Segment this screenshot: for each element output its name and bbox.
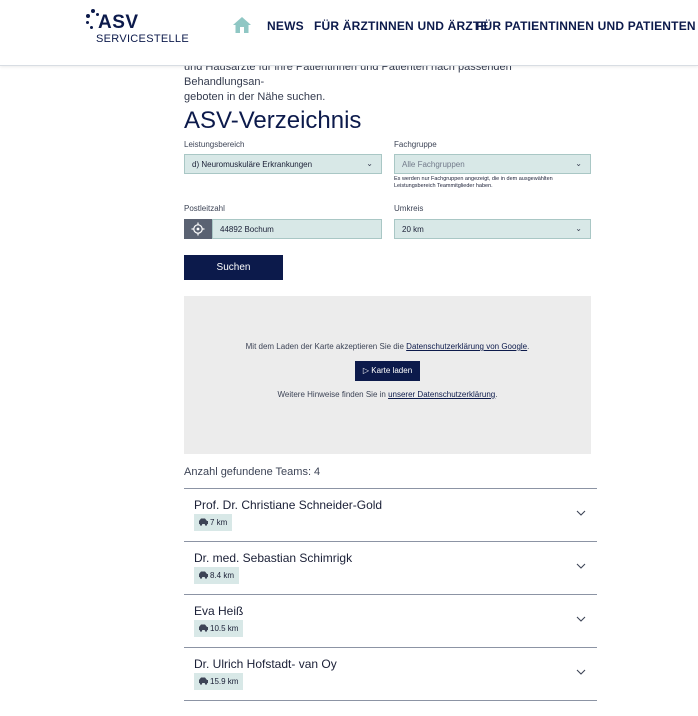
nav-news[interactable]: NEWS	[267, 19, 304, 33]
distance-badge: 15.9 km	[194, 673, 244, 690]
umkreis-value: 20 km	[402, 225, 424, 234]
google-privacy-link[interactable]: Datenschutzerklärung von Google	[406, 342, 527, 351]
load-map-label: Karte laden	[371, 366, 413, 375]
car-icon	[199, 518, 208, 526]
fachgruppe-label: Fachgruppe	[394, 140, 437, 149]
target-icon	[191, 222, 205, 236]
asv-logo[interactable]: ASV SERVICESTELLE	[86, 9, 189, 49]
chevron-down-icon: ⌄	[575, 224, 582, 233]
intro-line-2: geboten in der Nähe suchen.	[184, 91, 326, 103]
map-placeholder: Mit dem Laden der Karte akzeptieren Sie …	[184, 296, 591, 454]
fachgruppe-select[interactable]: Alle Fachgruppen ⌄	[394, 154, 591, 174]
result-name: Prof. Dr. Christiane Schneider-Gold	[194, 498, 383, 512]
car-icon	[199, 571, 208, 579]
result-name: Dr. med. Sebastian Schimrigk	[194, 551, 353, 565]
chevron-down-icon[interactable]	[576, 668, 586, 676]
map-notes-end: .	[495, 390, 498, 399]
result-item[interactable]: Dr. Ulrich Hofstadt- van Oy 15.9 km	[184, 647, 597, 700]
nav-patienten[interactable]: FÜR PATIENTINNEN UND PATIENTEN	[476, 19, 696, 33]
results-divider	[184, 700, 597, 701]
umkreis-select[interactable]: 20 km ⌄	[394, 219, 591, 239]
chevron-down-icon[interactable]	[576, 615, 586, 623]
distance-value: 10.5 km	[210, 624, 239, 633]
search-button[interactable]: Suchen	[184, 255, 283, 280]
map-notes-text: Weitere Hinweise finden Sie in unserer D…	[184, 390, 591, 399]
map-consent-end: .	[527, 342, 530, 351]
results-list: Prof. Dr. Christiane Schneider-Gold 7 km…	[184, 488, 597, 701]
result-item[interactable]: Prof. Dr. Christiane Schneider-Gold 7 km	[184, 488, 597, 541]
distance-badge: 7 km	[194, 514, 233, 531]
result-name: Eva Heiß	[194, 604, 244, 618]
privacy-link[interactable]: unserer Datenschutzerklärung	[388, 390, 495, 399]
page-title: ASV-Verzeichnis	[184, 107, 362, 134]
load-map-button[interactable]: ▷ Karte laden	[355, 361, 420, 381]
logo-subtitle: SERVICESTELLE	[96, 33, 189, 45]
map-consent-prefix: Mit dem Laden der Karte akzeptieren Sie …	[245, 342, 407, 351]
fachgruppe-hint: Es werden nur Fachgruppen angezeigt, die…	[394, 176, 553, 189]
chevron-down-icon[interactable]	[576, 509, 586, 517]
distance-badge: 8.4 km	[194, 567, 240, 584]
chevron-down-icon: ⌄	[366, 159, 373, 168]
distance-value: 7 km	[210, 518, 228, 527]
fachgruppe-value: Alle Fachgruppen	[402, 160, 465, 169]
postleitzahl-value: 44892 Bochum	[220, 225, 274, 234]
leistungsbereich-value: d) Neuromuskuläre Erkrankungen	[192, 160, 313, 169]
locate-button[interactable]	[184, 219, 212, 239]
site-header: ASV SERVICESTELLE NEWS FÜR ÄRZTINNEN UND…	[0, 0, 698, 66]
intro-text: und Hausärzte für ihre Patientinnen und …	[184, 60, 594, 105]
umkreis-label: Umkreis	[394, 204, 424, 213]
leistungsbereich-select[interactable]: d) Neuromuskuläre Erkrankungen ⌄	[184, 154, 382, 174]
postleitzahl-label: Postleitzahl	[184, 204, 225, 213]
car-icon	[199, 677, 208, 685]
postleitzahl-input[interactable]: 44892 Bochum	[212, 219, 382, 239]
play-icon: ▷	[362, 366, 369, 375]
result-item[interactable]: Eva Heiß 10.5 km	[184, 594, 597, 647]
result-name: Dr. Ulrich Hofstadt- van Oy	[194, 657, 337, 671]
logo-title: ASV	[98, 12, 139, 33]
nav-aerzte[interactable]: FÜR ÄRZTINNEN UND ÄRZTE	[314, 19, 489, 33]
leistungsbereich-label: Leistungsbereich	[184, 140, 245, 149]
map-consent-text: Mit dem Laden der Karte akzeptieren Sie …	[184, 342, 591, 351]
home-icon[interactable]	[232, 16, 252, 34]
distance-badge: 10.5 km	[194, 620, 244, 637]
chevron-down-icon: ⌄	[575, 159, 582, 168]
map-notes-prefix: Weitere Hinweise finden Sie in	[277, 390, 389, 399]
chevron-down-icon[interactable]	[576, 562, 586, 570]
result-item[interactable]: Dr. med. Sebastian Schimrigk 8.4 km	[184, 541, 597, 594]
distance-value: 15.9 km	[210, 677, 239, 686]
car-icon	[199, 624, 208, 632]
result-count: Anzahl gefundene Teams: 4	[184, 466, 321, 478]
distance-value: 8.4 km	[210, 571, 235, 580]
